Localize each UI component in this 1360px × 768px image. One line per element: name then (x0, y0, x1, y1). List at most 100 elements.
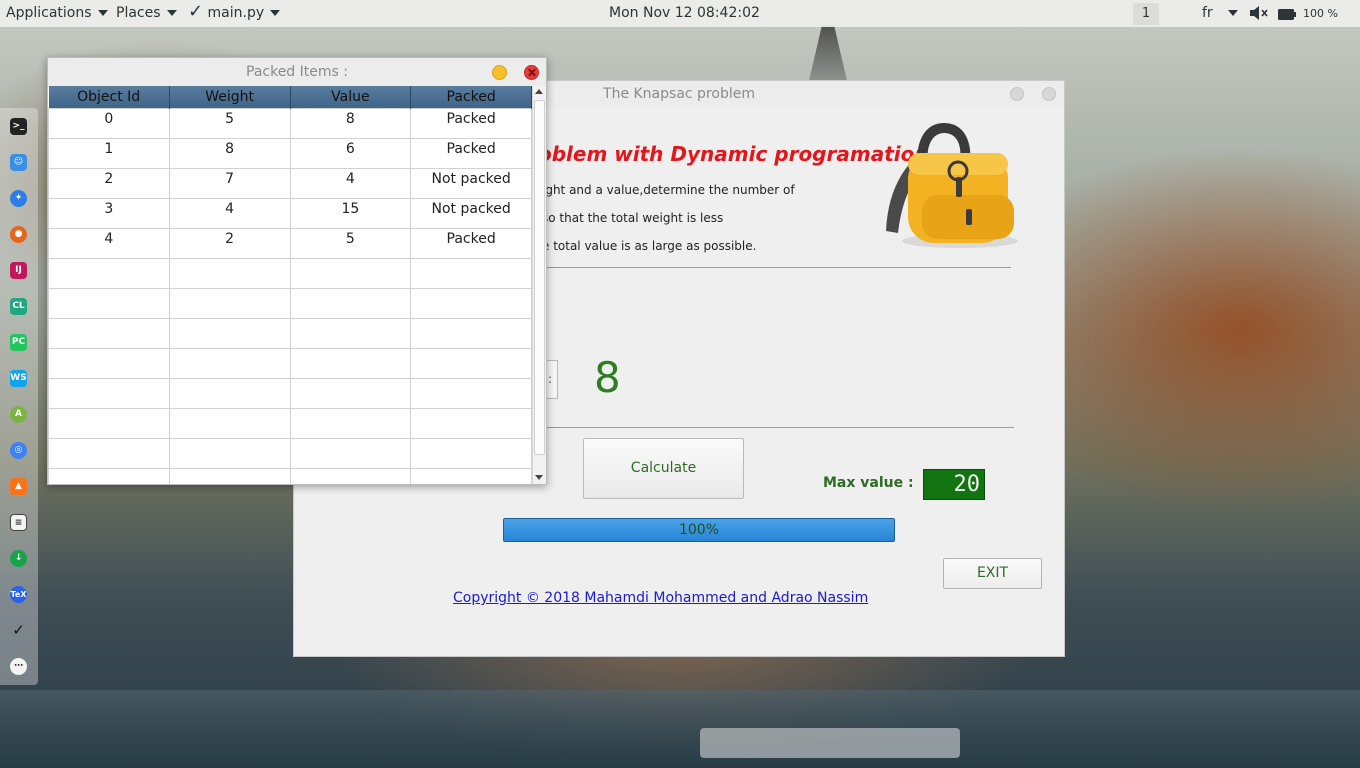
close-button[interactable] (524, 65, 539, 80)
android-studio-icon[interactable]: A (10, 406, 27, 423)
table-cell[interactable] (410, 467, 532, 484)
workspace-indicator[interactable]: 1 (1133, 3, 1159, 25)
table-cell[interactable] (48, 467, 170, 484)
table-cell[interactable] (410, 407, 532, 439)
table-cell[interactable] (289, 467, 412, 484)
table-cell[interactable]: 5 (168, 107, 291, 139)
vlc-icon[interactable]: ▲ (10, 478, 27, 495)
table-cell[interactable]: 4 (48, 227, 170, 259)
scrollbar-thumb[interactable] (534, 100, 545, 455)
table-cell[interactable] (289, 377, 412, 409)
clion-icon[interactable]: CL (10, 298, 27, 315)
clock[interactable]: Mon Nov 12 08:42:02 (609, 5, 760, 21)
table-cell[interactable] (410, 257, 532, 289)
table-row[interactable]: 0 5 8 Packed (48, 107, 532, 139)
chevron-down-icon[interactable] (1222, 5, 1238, 21)
table-row[interactable]: 3 4 15 Not packed (48, 197, 532, 229)
download-icon[interactable]: ↓ (10, 550, 27, 567)
table-cell[interactable] (48, 347, 170, 379)
table-cell[interactable] (168, 467, 291, 484)
table-row[interactable] (48, 287, 532, 319)
firefox-icon[interactable]: ● (10, 226, 27, 243)
table-cell[interactable] (48, 377, 170, 409)
scroll-up-icon[interactable] (535, 89, 543, 94)
table-cell[interactable]: 3 (48, 197, 170, 229)
table-cell[interactable] (289, 347, 412, 379)
speaker-muted-icon[interactable] (1249, 6, 1269, 24)
table-cell[interactable]: 2 (48, 167, 170, 199)
language-indicator[interactable]: fr (1202, 5, 1213, 21)
intellij-icon[interactable]: IJ (10, 262, 27, 279)
scroll-down-icon[interactable] (535, 475, 543, 480)
table-row[interactable] (48, 257, 532, 289)
minimize-button[interactable] (492, 65, 507, 80)
table-cell[interactable]: Packed (410, 227, 532, 259)
column-header-object-id[interactable]: Object Id (48, 86, 170, 108)
apps-grid-icon[interactable]: ⋯ (10, 658, 27, 675)
table-cell[interactable] (410, 347, 532, 379)
table-cell[interactable]: 4 (168, 197, 291, 229)
network-icon[interactable]: ◎ (10, 442, 27, 459)
minimize-button[interactable] (1010, 87, 1024, 101)
table-cell[interactable] (48, 437, 170, 469)
table-cell[interactable] (168, 377, 291, 409)
places-menu[interactable]: Places (116, 5, 177, 21)
table-cell[interactable] (168, 347, 291, 379)
table-cell[interactable]: Packed (410, 107, 532, 139)
column-header-value[interactable]: Value (290, 86, 412, 108)
safari-icon[interactable]: ✦ (10, 190, 27, 207)
applications-menu[interactable]: Applications (6, 5, 108, 21)
table-row[interactable] (48, 347, 532, 379)
table-cell[interactable] (48, 257, 170, 289)
app-menu[interactable]: ✓ main.py (188, 3, 281, 21)
table-cell[interactable] (410, 317, 532, 349)
table-cell[interactable]: Not packed (410, 167, 532, 199)
table-cell[interactable]: 6 (289, 137, 412, 169)
table-cell[interactable]: 15 (289, 197, 412, 229)
table-cell[interactable] (289, 287, 412, 319)
table-cell[interactable] (410, 377, 532, 409)
table-cell[interactable] (168, 317, 291, 349)
close-button[interactable] (1042, 87, 1056, 101)
table-cell[interactable]: 2 (168, 227, 291, 259)
table-cell[interactable] (289, 407, 412, 439)
table-cell[interactable]: Not packed (410, 197, 532, 229)
table-cell[interactable] (410, 437, 532, 469)
copyright-link[interactable]: Copyright © 2018 Mahamdi Mohammed and Ad… (453, 590, 868, 606)
table-row[interactable] (48, 407, 532, 439)
table-row[interactable] (48, 437, 532, 469)
table-cell[interactable]: 1 (48, 137, 170, 169)
vertical-scrollbar[interactable] (532, 86, 546, 484)
table-cell[interactable]: 0 (48, 107, 170, 139)
exit-button[interactable]: EXIT (943, 558, 1042, 589)
column-header-packed[interactable]: Packed (410, 86, 532, 108)
table-cell[interactable]: Packed (410, 137, 532, 169)
table-cell[interactable]: 5 (289, 227, 412, 259)
table-row[interactable]: 2 7 4 Not packed (48, 167, 532, 199)
table-cell[interactable] (289, 437, 412, 469)
table-cell[interactable]: 4 (289, 167, 412, 199)
table-cell[interactable] (168, 407, 291, 439)
battery-icon[interactable] (1278, 8, 1296, 24)
table-cell[interactable] (289, 317, 412, 349)
table-cell[interactable] (48, 287, 170, 319)
check-icon[interactable]: ✓ (10, 622, 27, 639)
calculate-button[interactable]: Calculate (583, 438, 744, 499)
table-row[interactable] (48, 317, 532, 349)
table-cell[interactable] (168, 437, 291, 469)
table-row[interactable]: 4 2 5 Packed (48, 227, 532, 259)
table-cell[interactable]: 8 (168, 137, 291, 169)
terminal-icon[interactable]: >_ (10, 118, 27, 135)
table-row[interactable]: 1 8 6 Packed (48, 137, 532, 169)
finder-icon[interactable]: ☺ (10, 154, 27, 171)
pycharm-icon[interactable]: PC (10, 334, 27, 351)
column-header-weight[interactable]: Weight (169, 86, 291, 108)
table-cell[interactable] (410, 287, 532, 319)
webstorm-icon[interactable]: WS (10, 370, 27, 387)
table-row[interactable] (48, 377, 532, 409)
table-cell[interactable]: 7 (168, 167, 291, 199)
text-editor-icon[interactable]: ≡ (10, 514, 27, 531)
table-row[interactable] (48, 467, 532, 484)
table-cell[interactable]: 8 (289, 107, 412, 139)
table-cell[interactable] (289, 257, 412, 289)
